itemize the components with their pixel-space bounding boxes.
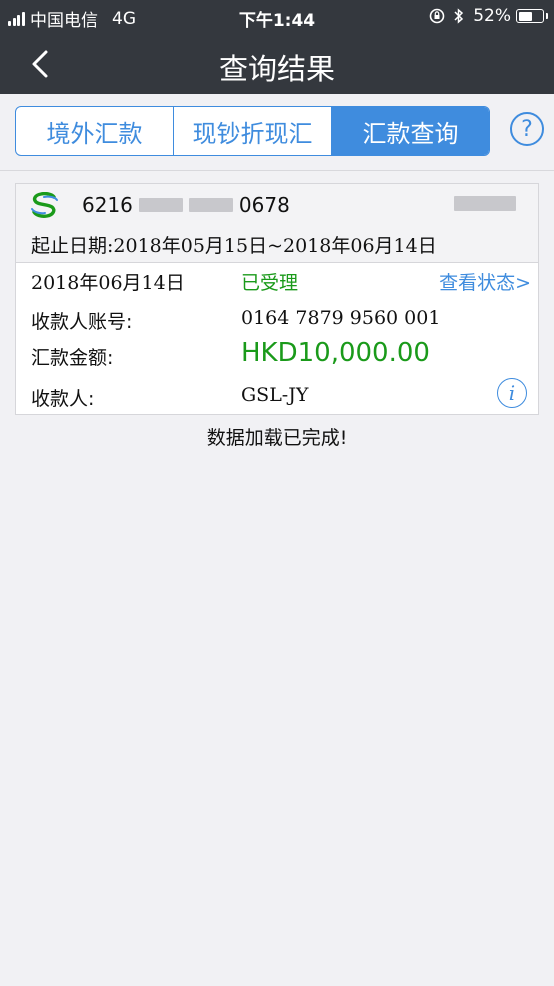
transaction-row-payee: 收款人: GSL-JY i (31, 378, 531, 418)
account-label: 收款人账号: (31, 311, 133, 333)
tab-row: 境外汇款 现钞折现汇 汇款查询 ? (0, 94, 554, 171)
transaction-row-amount: 汇款金额: HKD10,000.00 (31, 338, 531, 377)
amount-label: 汇款金额: (31, 347, 114, 369)
transaction-date: 2018年06月14日 (31, 272, 185, 294)
segmented-control: 境外汇款 现钞折现汇 汇款查询 (15, 106, 490, 156)
amount-value: HKD10,000.00 (241, 338, 430, 368)
masked-digits (188, 198, 233, 212)
card-number-suffix: 0678 (238, 193, 290, 217)
load-complete-message: 数据加载已完成! (206, 427, 348, 449)
transaction-row-account: 收款人账号: 0164 7879 9560 001 (31, 307, 531, 341)
card-header: 6216 0678 起止日期:2018年05月15日~2018年06月14日 (16, 184, 538, 263)
help-icon[interactable]: ? (510, 112, 544, 146)
status-right: 52% (429, 6, 548, 26)
tab-remittance-query[interactable]: 汇款查询 (332, 107, 489, 155)
transaction-row-date: 2018年06月14日 已受理 查看状态> (31, 268, 531, 302)
status-bar: 中国电信 4G 下午1:44 52% (0, 0, 554, 34)
date-range: 起止日期:2018年05月15日~2018年06月14日 (31, 235, 437, 257)
tab-overseas-remittance[interactable]: 境外汇款 (16, 107, 174, 155)
view-status-link[interactable]: 查看状态> (439, 268, 531, 295)
payee-label: 收款人: (31, 388, 95, 410)
card-number-prefix: 6216 (82, 193, 133, 217)
card-number: 6216 0678 (82, 193, 290, 217)
nav-bar: 查询结果 (0, 34, 554, 94)
battery-percent: 52% (473, 6, 511, 26)
remittance-card: 6216 0678 起止日期:2018年05月15日~2018年06月14日 2… (15, 183, 539, 415)
tab-cash-to-spot[interactable]: 现钞折现汇 (174, 107, 332, 155)
status-badge: 已受理 (241, 272, 299, 294)
bank-logo-icon (31, 192, 58, 218)
payee-value: GSL-JY (241, 384, 309, 406)
rotation-lock-icon (429, 8, 445, 24)
page-title: 查询结果 (218, 52, 335, 86)
bluetooth-icon (454, 8, 464, 24)
masked-owner-name (454, 196, 516, 211)
masked-digits (138, 198, 183, 212)
info-icon[interactable]: i (497, 378, 527, 408)
account-value: 0164 7879 9560 001 (241, 307, 441, 329)
battery-icon (516, 9, 548, 23)
